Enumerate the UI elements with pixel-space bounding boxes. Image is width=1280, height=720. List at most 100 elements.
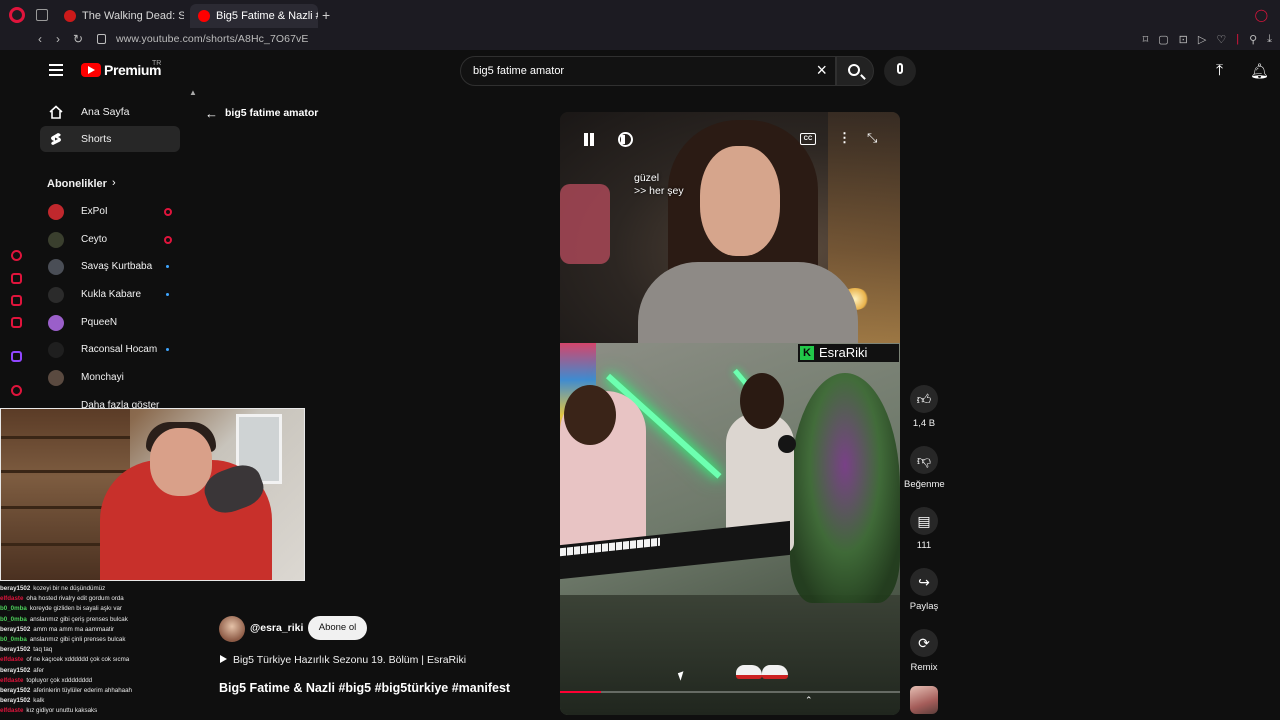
avatar bbox=[48, 370, 64, 386]
volume-icon[interactable] bbox=[618, 132, 633, 147]
back-arrow-icon[interactable]: ← bbox=[205, 106, 218, 121]
caption-line: >> her şey bbox=[634, 185, 684, 197]
tab-list-icon[interactable] bbox=[36, 9, 48, 21]
watermark-text: EsraRiki bbox=[819, 345, 868, 360]
share-button[interactable]: ↪ Paylaş bbox=[904, 568, 944, 612]
captions-button[interactable]: CC bbox=[800, 133, 816, 145]
chat-message: beray1502 kalk bbox=[0, 697, 45, 705]
new-content-dot-icon bbox=[166, 348, 169, 351]
comment-icon: ▤ bbox=[910, 507, 938, 535]
brand-region: TR bbox=[152, 60, 162, 67]
snapshot-icon[interactable]: ▢ bbox=[1158, 33, 1168, 46]
forward-icon[interactable]: › bbox=[56, 32, 60, 46]
clear-search-icon[interactable]: × bbox=[816, 60, 827, 81]
remix-label: Remix bbox=[910, 662, 938, 673]
youtube-logo-icon[interactable] bbox=[81, 63, 101, 77]
chat-message: beray1502 amm ma amm ma aammaatir bbox=[0, 625, 115, 633]
background-object bbox=[560, 184, 610, 264]
player-icon[interactable]: ▷ bbox=[1198, 33, 1206, 46]
dislike-button[interactable]: 👎︎ Beğenme bbox=[904, 446, 945, 490]
shorts-video-player[interactable]: güzel >> her şey K EsraRiki CC ⋮ ⤡ ⌃ bbox=[560, 112, 900, 715]
back-icon[interactable]: ‹ bbox=[38, 32, 42, 46]
dislike-label: Beğenme bbox=[904, 479, 945, 490]
dislike-icon: 👎︎ bbox=[910, 446, 938, 474]
lock-icon bbox=[97, 34, 106, 44]
download-icon[interactable]: ⤓ bbox=[1267, 33, 1272, 46]
heart-icon[interactable]: ♡ bbox=[1216, 33, 1226, 46]
chat-message: b0_0mba anslarımız gibi çeriş prenses bul… bbox=[0, 615, 128, 623]
channel-name[interactable]: @esra_riki bbox=[250, 622, 303, 634]
share-icon: ↪ bbox=[910, 568, 938, 596]
divider-icon: | bbox=[1236, 33, 1240, 45]
live-icon bbox=[164, 208, 172, 216]
chat-message: elfdaste kız gidiyor unuttu kaksaks bbox=[0, 707, 98, 715]
new-content-dot-icon bbox=[166, 293, 169, 296]
menu-icon[interactable] bbox=[49, 64, 63, 76]
sidebar-item-raconsal-hocam[interactable]: Raconsal Hocam bbox=[48, 340, 180, 360]
caption-line: güzel bbox=[634, 172, 660, 184]
like-button[interactable]: 👍︎ 1,4 B bbox=[904, 385, 944, 429]
settings-icon[interactable] bbox=[11, 385, 22, 396]
voice-search-button[interactable] bbox=[884, 56, 916, 86]
chevron-up-icon[interactable]: ▲ bbox=[189, 88, 197, 97]
chat-message: b0_0mba koreyde gizliden bi sayali aşkı v… bbox=[0, 605, 122, 613]
sidebar-item-kukla-kabare[interactable]: Kukla Kabare bbox=[48, 285, 180, 305]
video-progress-bar[interactable] bbox=[560, 691, 900, 693]
sidebar-item-ceyto[interactable]: Ceyto bbox=[48, 230, 180, 250]
chevron-up-icon[interactable]: ⌃ bbox=[805, 695, 813, 706]
search-input[interactable]: big5 fatime amator × bbox=[460, 56, 836, 86]
more-options-icon[interactable]: ⋮ bbox=[838, 130, 851, 146]
kick-logo-icon: K bbox=[800, 346, 814, 360]
new-tab-button[interactable]: + bbox=[322, 7, 330, 23]
search-input-value: big5 fatime amator bbox=[473, 65, 565, 77]
video-upper-scene: güzel >> her şey bbox=[560, 112, 900, 352]
person-hair bbox=[740, 373, 784, 429]
subscribe-button[interactable]: Abone ol bbox=[308, 616, 367, 640]
pause-icon[interactable] bbox=[582, 133, 596, 147]
player-sidebar-icon[interactable] bbox=[11, 317, 22, 328]
reload-icon[interactable]: ↻ bbox=[73, 32, 83, 46]
tab-big5-fatime[interactable]: Big5 Fatime & Nazli #b bbox=[190, 4, 318, 28]
search-button[interactable] bbox=[836, 56, 874, 86]
sneaker bbox=[762, 665, 788, 679]
history-icon[interactable] bbox=[11, 250, 22, 261]
bell-icon[interactable]: 🔔︎ bbox=[1250, 62, 1269, 80]
channel-watermark: K EsraRiki bbox=[798, 344, 899, 362]
search-icon[interactable]: ◯ bbox=[1255, 8, 1268, 22]
instagram-icon[interactable] bbox=[11, 295, 22, 306]
play-icon bbox=[220, 655, 227, 663]
vpn-icon[interactable]: ⊡ bbox=[1179, 33, 1188, 46]
chat-message: elfdaste of ne kaçıcek xdddddd çok cok sı… bbox=[0, 656, 130, 664]
upload-icon[interactable]: ⤒ bbox=[1216, 62, 1223, 80]
fullscreen-icon[interactable]: ⤡ bbox=[867, 130, 877, 146]
remix-icon: ⟳ bbox=[910, 629, 938, 657]
sneaker bbox=[736, 665, 762, 679]
comments-button[interactable]: ▤ 111 bbox=[904, 507, 944, 551]
sidebar-item-savas-kurtbaba[interactable]: Savaş Kurtbaba bbox=[48, 257, 180, 277]
channel-avatar[interactable] bbox=[219, 616, 245, 642]
avatar bbox=[48, 287, 64, 303]
chat-message: beray1502 afer bbox=[0, 666, 44, 674]
opera-logo-icon[interactable] bbox=[9, 7, 25, 23]
chevron-right-icon[interactable]: › bbox=[112, 177, 116, 189]
sidebar-item-monchayi[interactable]: Monchayi bbox=[48, 368, 180, 388]
bookmark-icon[interactable]: ⌑ bbox=[1143, 33, 1149, 46]
remix-button[interactable]: ⟳ Remix bbox=[904, 629, 944, 673]
extension-icon[interactable]: ⚲ bbox=[1249, 33, 1257, 46]
sidebar-item-shorts[interactable]: Shorts bbox=[40, 126, 180, 152]
url-field[interactable]: www.youtube.com/shorts/A8Hc_7O67vE bbox=[116, 33, 309, 45]
twitch-icon[interactable] bbox=[11, 351, 22, 362]
address-bar-actions: ⌑ ▢ ⊡ ▷ ♡ | ⚲ ⤓ bbox=[1143, 33, 1272, 46]
person-face bbox=[700, 146, 780, 256]
playlist-link[interactable]: Big5 Türkiye Hazırlık Sezonu 19. Bölüm |… bbox=[220, 654, 466, 666]
messenger-icon[interactable] bbox=[11, 273, 22, 284]
sidebar-item-pqueen[interactable]: PqueeN bbox=[48, 313, 180, 333]
chat-message: elfdaste topluyor çok xdddddddd bbox=[0, 676, 93, 684]
sidebar-item-expoi[interactable]: ExPoI bbox=[48, 202, 180, 222]
sound-thumbnail[interactable] bbox=[910, 686, 938, 714]
shorts-search-query[interactable]: big5 fatime amator bbox=[225, 107, 318, 119]
tab-walking-dead[interactable]: The Walking Dead: Season bbox=[56, 4, 184, 28]
avatar bbox=[48, 259, 64, 275]
subscriptions-heading[interactable]: Abonelikler bbox=[47, 178, 107, 190]
sidebar-item-home[interactable]: Ana Sayfa bbox=[40, 99, 180, 125]
